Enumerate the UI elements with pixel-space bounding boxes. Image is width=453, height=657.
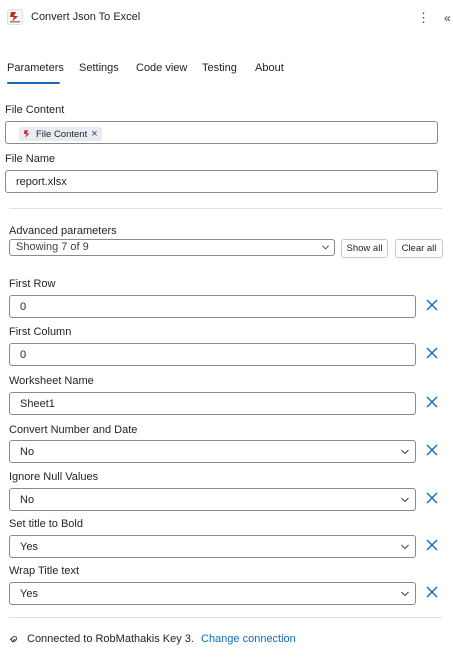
wrap-title-text-dropdown[interactable]: Yes — [9, 582, 416, 605]
section-divider — [9, 208, 442, 209]
tab-code-view[interactable]: Code view — [136, 62, 187, 74]
app-logo-icon — [22, 129, 32, 139]
file-name-label: File Name — [5, 153, 56, 165]
tab-about[interactable]: About — [255, 62, 284, 74]
advanced-parameters-value: Showing 7 of 9 — [16, 241, 89, 253]
first-row-input[interactable]: 0 — [9, 295, 416, 318]
first-column-value: 0 — [20, 348, 27, 361]
remove-parameter-icon[interactable] — [425, 585, 439, 599]
convert-number-date-dropdown[interactable]: No — [9, 440, 416, 463]
worksheet-name-input[interactable]: Sheet1 — [9, 392, 416, 415]
worksheet-name-value: Sheet1 — [20, 397, 55, 410]
remove-parameter-icon[interactable] — [425, 346, 439, 360]
remove-parameter-icon[interactable] — [425, 538, 439, 552]
tab-testing[interactable]: Testing — [202, 62, 237, 74]
remove-parameter-icon[interactable] — [425, 395, 439, 409]
chevron-down-icon — [322, 245, 329, 250]
remove-parameter-icon[interactable] — [425, 491, 439, 505]
remove-token-icon[interactable]: × — [91, 129, 97, 140]
advanced-parameters-label: Advanced parameters — [9, 225, 117, 237]
file-content-label: File Content — [5, 104, 65, 116]
file-content-token[interactable]: File Content × — [19, 127, 102, 141]
collapse-panel-icon[interactable]: « — [444, 10, 453, 26]
more-options-icon[interactable]: ⋮ — [417, 10, 430, 26]
chevron-down-icon — [401, 497, 409, 502]
active-tab-indicator — [7, 82, 60, 84]
first-row-label: First Row — [9, 278, 56, 290]
ignore-null-values-label: Ignore Null Values — [9, 471, 99, 483]
set-title-bold-label: Set title to Bold — [9, 518, 83, 530]
chevron-down-icon — [401, 544, 409, 549]
file-content-input[interactable]: File Content × — [5, 121, 438, 144]
ignore-null-values-dropdown[interactable]: No — [9, 488, 416, 511]
ignore-null-values-value: No — [20, 493, 35, 506]
set-title-bold-value: Yes — [20, 540, 38, 553]
chevron-down-icon — [401, 591, 409, 596]
token-label: File Content — [36, 128, 88, 140]
page-title: Convert Json To Excel — [31, 11, 141, 23]
chevron-down-icon — [401, 449, 409, 454]
clear-all-button[interactable]: Clear all — [395, 239, 443, 258]
connection-icon — [9, 635, 18, 643]
wrap-title-text-value: Yes — [20, 587, 38, 600]
change-connection-link[interactable]: Change connection — [201, 633, 296, 645]
connection-status: Connected to RobMathakis Key 3. — [27, 633, 194, 645]
wrap-title-text-label: Wrap Title text — [9, 565, 80, 577]
worksheet-name-label: Worksheet Name — [9, 375, 94, 387]
set-title-bold-dropdown[interactable]: Yes — [9, 535, 416, 558]
first-column-input[interactable]: 0 — [9, 343, 416, 366]
file-name-input[interactable]: report.xlsx — [5, 170, 438, 193]
app-logo-icon — [7, 9, 23, 25]
tab-settings[interactable]: Settings — [79, 62, 119, 74]
convert-number-date-label: Convert Number and Date — [9, 424, 138, 436]
advanced-parameters-dropdown[interactable]: Showing 7 of 9 — [9, 239, 335, 256]
first-column-label: First Column — [9, 326, 72, 338]
footer-divider — [9, 617, 442, 618]
tab-parameters[interactable]: Parameters — [7, 62, 64, 74]
remove-parameter-icon[interactable] — [425, 443, 439, 457]
convert-number-date-value: No — [20, 445, 35, 458]
remove-parameter-icon[interactable] — [425, 298, 439, 312]
first-row-value: 0 — [20, 300, 27, 313]
file-name-value: report.xlsx — [16, 175, 67, 188]
show-all-button[interactable]: Show all — [341, 239, 388, 258]
